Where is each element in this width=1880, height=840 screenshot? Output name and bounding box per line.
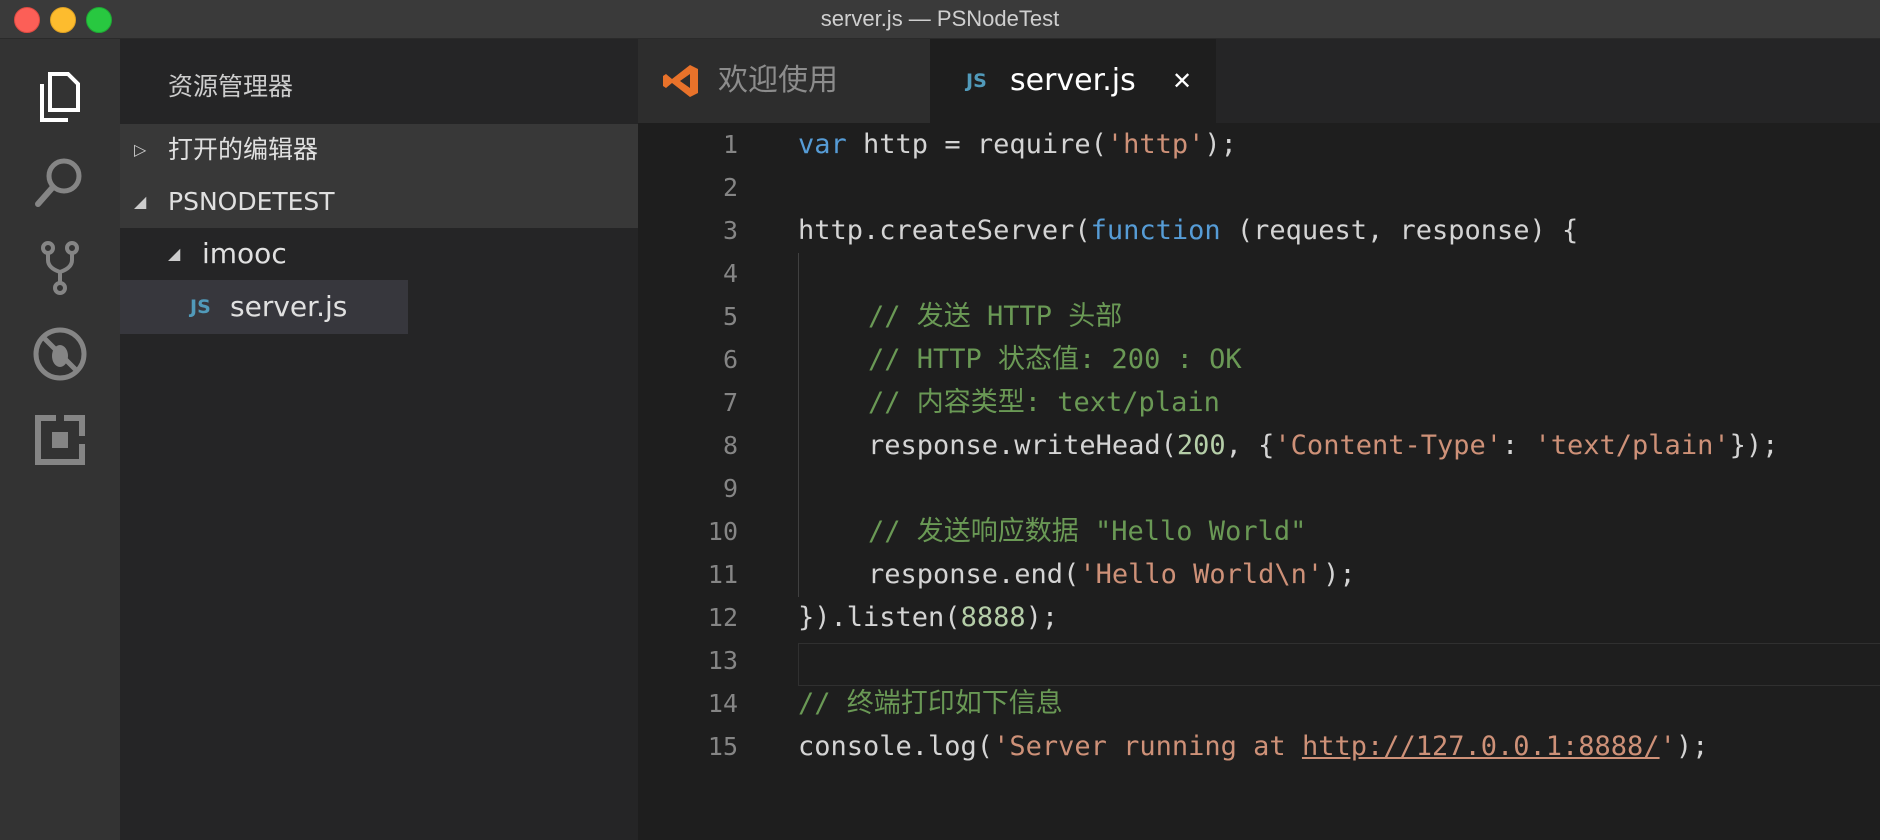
line-number: 1 <box>722 130 738 159</box>
code-editor[interactable]: 1 2 3 4 5 6 7 8 9 10 11 12 13 14 15 var … <box>638 123 1880 840</box>
code-token: 'Hello World\n' <box>1079 559 1324 590</box>
code-token: http.createServer( <box>798 215 1091 246</box>
extensions-icon <box>35 414 86 465</box>
code-token: 'Content-Type' <box>1274 430 1502 461</box>
chevron-down-icon: ◢ <box>168 244 181 263</box>
line-number: 12 <box>707 603 738 632</box>
js-file-icon: JS <box>966 70 987 92</box>
search-icon <box>35 158 82 207</box>
line-number: 13 <box>707 646 738 675</box>
explorer-sidebar: 资源管理器 ▷ 打开的编辑器 ◢ PSNODETEST ◢ imooc JS s… <box>120 39 638 840</box>
vscode-icon <box>663 65 698 97</box>
code-link[interactable]: http://127.0.0.1:8888/ <box>1302 731 1660 762</box>
code-token: 200 <box>1176 430 1226 461</box>
open-editors-label: 打开的编辑器 <box>168 135 319 164</box>
line-number: 15 <box>707 732 738 761</box>
current-line-highlight <box>798 643 1880 686</box>
code-token: response.writeHead( <box>868 430 1177 461</box>
explorer-title: 资源管理器 <box>168 72 294 101</box>
code-token: 'text/plain' <box>1534 430 1730 461</box>
source-control-icon <box>41 241 79 295</box>
code-token: }).listen( <box>798 602 961 633</box>
code-token: http = require( <box>846 129 1107 160</box>
code-line-15: console.log('Server running at http://12… <box>798 725 1708 768</box>
line-number: 3 <box>722 216 738 245</box>
search-button[interactable] <box>0 139 120 225</box>
code-line-3: http.createServer(function (request, res… <box>798 209 1578 252</box>
code-token: ); <box>1025 602 1059 633</box>
js-file-icon: JS <box>190 296 211 318</box>
tab-server-label: server.js <box>1010 63 1136 98</box>
source-control-button[interactable] <box>0 225 120 311</box>
extensions-button[interactable] <box>0 397 120 483</box>
tab-welcome[interactable]: 欢迎使用 <box>638 39 930 123</box>
activity-bar <box>0 39 120 840</box>
code-token: ' <box>1659 731 1676 762</box>
code-token: console.log( <box>798 731 994 762</box>
tab-server-js[interactable]: JS server.js ✕ <box>930 39 1216 123</box>
code-token: : <box>1502 430 1535 461</box>
code-line-10: // 发送响应数据 "Hello World" <box>868 516 1307 547</box>
code-line-5: // 发送 HTTP 头部 <box>868 301 1123 332</box>
code-token: 8888 <box>960 602 1026 633</box>
line-number: 8 <box>722 431 738 460</box>
indent-guide <box>798 253 799 597</box>
line-number: 14 <box>707 689 738 718</box>
code-line-11: response.end('Hello World\n'); <box>868 553 1356 596</box>
chevron-right-icon: ▷ <box>134 140 147 159</box>
explorer-icon <box>40 72 80 122</box>
code-line-6: // HTTP 状态值: 200 : OK <box>868 344 1242 375</box>
project-label: PSNODETEST <box>168 187 335 216</box>
explorer-button[interactable] <box>0 53 120 139</box>
line-number: 6 <box>722 345 738 374</box>
code-token: var <box>798 129 847 160</box>
code-token: ); <box>1323 559 1356 590</box>
file-row-server-js[interactable]: JS server.js <box>120 280 638 334</box>
debug-icon <box>33 327 87 381</box>
code-token: ); <box>1675 731 1709 762</box>
open-editors-section[interactable]: ▷ 打开的编辑器 <box>120 124 638 176</box>
window-title: server.js — PSNodeTest <box>820 6 1060 31</box>
code-token: (request, response) { <box>1220 215 1579 246</box>
code-token: 'http' <box>1106 129 1205 160</box>
code-token: ); <box>1204 129 1237 160</box>
line-number: 9 <box>722 474 738 503</box>
line-number: 11 <box>707 560 738 589</box>
line-number: 7 <box>722 388 738 417</box>
code-line-7: // 内容类型: text/plain <box>868 387 1220 418</box>
project-section[interactable]: ◢ PSNODETEST <box>120 176 638 228</box>
code-token: }); <box>1729 430 1779 461</box>
line-number: 4 <box>722 259 738 288</box>
code-token: 'Server running at <box>993 731 1302 762</box>
code-line-1: var http = require('http'); <box>798 123 1237 166</box>
code-token: function <box>1090 215 1221 246</box>
line-number: 5 <box>722 302 738 331</box>
debug-button[interactable] <box>0 311 120 397</box>
line-number: 2 <box>722 173 738 202</box>
line-number: 10 <box>707 517 738 546</box>
title-bar: server.js — PSNodeTest <box>0 0 1880 39</box>
code-token: response.end( <box>868 559 1080 590</box>
folder-row-imooc[interactable]: ◢ imooc <box>120 228 638 280</box>
chevron-down-icon: ◢ <box>134 192 147 211</box>
file-label: server.js <box>230 290 348 323</box>
tab-bar: 欢迎使用 JS server.js ✕ <box>638 39 1880 123</box>
code-line-8: response.writeHead(200, {'Content-Type':… <box>868 424 1778 467</box>
code-token: , { <box>1225 430 1275 461</box>
code-line-12: }).listen(8888); <box>798 596 1058 639</box>
code-line-14: // 终端打印如下信息 <box>798 688 1063 719</box>
folder-label: imooc <box>202 237 287 270</box>
close-tab-icon[interactable]: ✕ <box>1172 39 1192 123</box>
tab-welcome-label: 欢迎使用 <box>718 63 838 98</box>
